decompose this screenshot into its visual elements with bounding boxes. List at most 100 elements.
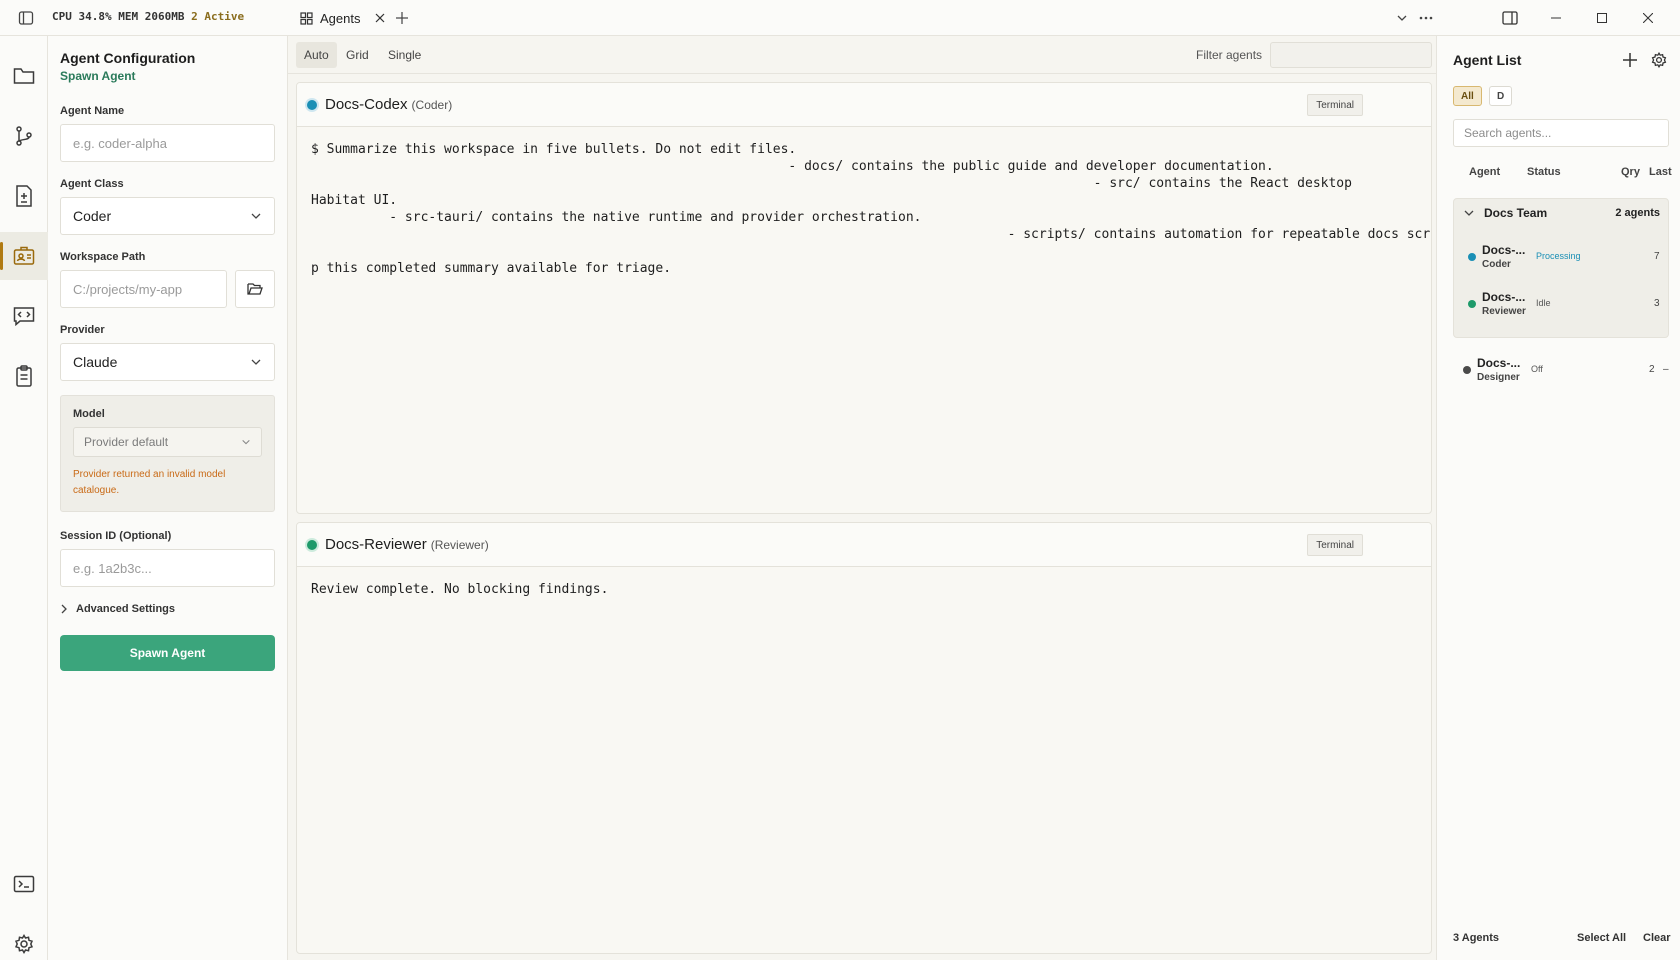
agent-row[interactable]: Docs-... Designer Off 2 –	[1463, 352, 1669, 392]
agent-output: Review complete. No blocking findings.	[311, 582, 609, 597]
settings-icon[interactable]	[0, 920, 48, 960]
filter-agents-input[interactable]	[1270, 42, 1432, 68]
chevron-down-icon	[250, 210, 262, 222]
agent-card-header: Docs-Reviewer (Reviewer) Terminal	[297, 523, 1431, 567]
agent-row-qry: 7	[1654, 251, 1660, 262]
status-dot	[1468, 253, 1476, 261]
col-status[interactable]: Status	[1527, 166, 1561, 178]
maximize-icon[interactable]	[1592, 0, 1612, 36]
code-chat-icon[interactable]	[0, 292, 48, 340]
grid-icon	[300, 11, 313, 25]
chevron-down-icon	[250, 356, 262, 368]
agent-row-role: Coder	[1482, 259, 1511, 270]
spawn-agent-button[interactable]: Spawn Agent	[60, 635, 275, 671]
chevron-down-icon[interactable]	[1392, 0, 1412, 36]
agent-output: $ Summarize this workspace in five bulle…	[311, 142, 1431, 276]
agent-row[interactable]: Docs-... Coder Processing 7	[1468, 239, 1664, 279]
col-last[interactable]: Last	[1649, 166, 1672, 178]
agent-row-qry: 3	[1654, 298, 1660, 309]
filter-chip-d[interactable]: D	[1489, 86, 1513, 106]
more-icon[interactable]	[1416, 0, 1436, 36]
clipboard-icon[interactable]	[0, 352, 48, 400]
agent-row[interactable]: Docs-... Reviewer Idle 3	[1468, 286, 1664, 326]
window-close-icon[interactable]	[1638, 0, 1658, 36]
agent-card-docs-codex: Docs-Codex (Coder) Terminal $ Summarize …	[296, 82, 1432, 514]
model-select[interactable]: Provider default	[73, 427, 262, 457]
config-title: Agent Configuration	[60, 50, 196, 66]
sidebar-toggle-icon[interactable]	[14, 0, 38, 36]
status-dot	[1463, 366, 1471, 374]
agent-row-status: Off	[1531, 364, 1543, 374]
layout-single-button[interactable]: Single	[380, 42, 429, 68]
team-group-docs: Docs Team 2 agents Docs-... Coder Proces…	[1453, 198, 1669, 338]
chevron-down-icon	[241, 437, 251, 447]
model-value: Provider default	[84, 435, 169, 449]
title-bar: CPU 34.8% MEM 2060MB 2 Active Agents	[0, 0, 1680, 36]
add-agent-icon[interactable]	[1623, 53, 1637, 67]
folder-open-icon	[247, 282, 264, 296]
agent-row-name: Docs-...	[1477, 356, 1521, 370]
agent-card-role: (Reviewer)	[430, 537, 489, 552]
new-tab-icon[interactable]	[392, 0, 412, 36]
minimize-icon[interactable]	[1546, 0, 1566, 36]
agent-row-last: –	[1663, 364, 1669, 375]
clear-button[interactable]: Clear	[1643, 932, 1671, 944]
model-label: Model	[73, 408, 105, 420]
git-branch-icon[interactable]	[0, 112, 48, 160]
search-agents-placeholder: Search agents...	[1464, 126, 1552, 140]
agent-row-status: Processing	[1536, 251, 1581, 261]
terminal-icon[interactable]	[0, 860, 48, 908]
agent-name-label: Agent Name	[60, 105, 125, 117]
agent-list-footer: 3 Agents Select All Clear	[1453, 932, 1671, 944]
agent-name-placeholder: e.g. coder-alpha	[73, 135, 167, 151]
tab-agents[interactable]: Agents	[290, 0, 395, 36]
layout-toolbar: Auto Grid Single Filter agents	[288, 36, 1436, 74]
filter-chip-all[interactable]: All	[1453, 86, 1482, 106]
mem-stat: MEM 2060MB	[118, 10, 185, 23]
agent-card-title: Docs-Codex	[325, 96, 408, 113]
agent-row-name: Docs-...	[1482, 290, 1526, 304]
agent-list-title: Agent List	[1453, 52, 1522, 68]
status-dot	[307, 539, 317, 550]
agent-card-title: Docs-Reviewer	[325, 536, 427, 553]
session-id-label: Session ID (Optional)	[60, 530, 172, 542]
agent-class-select[interactable]: Coder	[60, 197, 275, 235]
col-qry[interactable]: Qry	[1621, 166, 1640, 178]
model-section: Model Provider default Provider returned…	[60, 395, 275, 512]
agent-count: 3 Agents	[1453, 932, 1500, 944]
session-id-input[interactable]: e.g. 1a2b3c...	[60, 549, 275, 587]
advanced-settings-label: Advanced Settings	[76, 603, 176, 615]
agent-card-docs-reviewer: Docs-Reviewer (Reviewer) Terminal Review…	[296, 522, 1432, 954]
chevron-right-icon	[60, 604, 68, 614]
activity-rail	[0, 36, 48, 960]
provider-label: Provider	[60, 324, 105, 336]
tab-label: Agents	[320, 10, 361, 26]
layout-grid-button[interactable]: Grid	[338, 42, 377, 68]
gear-icon[interactable]	[1651, 52, 1667, 68]
layout-auto-button[interactable]: Auto	[296, 42, 337, 68]
search-agents-input[interactable]: Search agents...	[1453, 119, 1669, 147]
close-icon[interactable]	[375, 13, 385, 23]
terminal-button[interactable]: Terminal	[1307, 94, 1363, 116]
agent-class-value: Coder	[73, 208, 112, 224]
terminal-button[interactable]: Terminal	[1307, 534, 1363, 556]
provider-value: Claude	[73, 354, 118, 370]
panel-toggle-icon[interactable]	[1500, 0, 1520, 36]
col-agent[interactable]: Agent	[1469, 166, 1500, 178]
system-stats: CPU 34.8% MEM 2060MB 2 Active	[52, 10, 244, 23]
team-header[interactable]: Docs Team 2 agents	[1454, 199, 1668, 227]
folder-icon[interactable]	[0, 52, 48, 100]
workspace-path-input[interactable]: C:/projects/my-app	[60, 270, 228, 308]
agent-name-input[interactable]: e.g. coder-alpha	[60, 124, 275, 162]
cpu-stat: CPU 34.8%	[52, 10, 112, 23]
agent-config-panel: Agent Configuration Spawn Agent Agent Na…	[48, 36, 288, 960]
browse-folder-button[interactable]	[235, 270, 275, 308]
agent-card-role: (Coder)	[411, 97, 453, 112]
document-icon[interactable]	[0, 172, 48, 220]
model-error-message: Provider returned an invalid model catal…	[73, 469, 226, 496]
filter-agents-label: Filter agents	[1196, 48, 1263, 62]
provider-select[interactable]: Claude	[60, 343, 275, 381]
advanced-settings-toggle[interactable]: Advanced Settings	[60, 603, 275, 615]
agents-icon[interactable]	[0, 232, 48, 280]
select-all-button[interactable]: Select All	[1577, 932, 1626, 944]
